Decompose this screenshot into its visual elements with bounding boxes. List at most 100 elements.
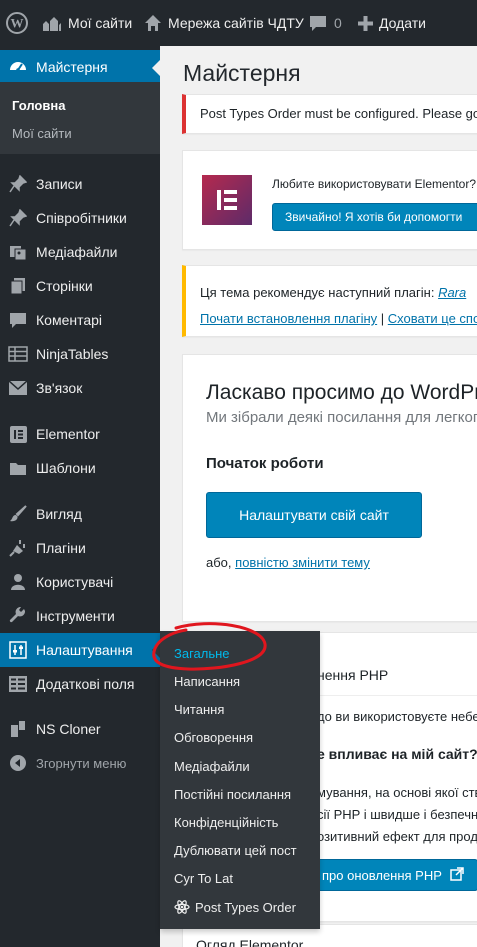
welcome-title: Ласкаво просимо до WordPress! xyxy=(206,381,477,404)
current-menu-arrow xyxy=(152,60,160,76)
sidebar-item-media[interactable]: Медіафайли xyxy=(0,235,160,269)
sidebar-item-settings[interactable]: Налаштування xyxy=(0,633,160,667)
change-theme-text: або, повністю змінити тему xyxy=(206,555,370,570)
pin-icon xyxy=(8,208,28,228)
change-theme-link[interactable]: повністю змінити тему xyxy=(235,555,370,570)
plugin-icon xyxy=(8,538,28,558)
sidebar-item-label: NinjaTables xyxy=(36,346,109,362)
sidebar-item-label: Налаштування xyxy=(36,642,133,658)
my-sites-menu[interactable]: Мої сайти xyxy=(42,0,132,46)
settings-icon xyxy=(8,640,28,660)
wrench-icon xyxy=(8,606,28,626)
elementor-feedback-notice: Любите використовувати Elementor? Звичай… xyxy=(182,150,477,250)
flyout-item-general[interactable]: Загальне xyxy=(174,646,230,661)
dashboard-icon xyxy=(8,57,28,77)
sidebar-item-label: Записи xyxy=(36,176,83,192)
user-icon xyxy=(8,572,28,592)
pin-icon xyxy=(8,174,28,194)
admin-sidebar: Майстерня Головна Мої сайти Записи Співр… xyxy=(0,46,160,947)
sidebar-item-pages[interactable]: Сторінки xyxy=(0,269,160,303)
submenu-home[interactable]: Головна xyxy=(12,98,65,113)
folder-icon xyxy=(8,458,28,478)
sidebar-item-label: Медіафайли xyxy=(36,244,118,260)
flyout-item-media[interactable]: Медіафайли xyxy=(174,759,250,774)
wordpress-logo-icon[interactable]: W xyxy=(6,0,28,46)
sidebar-item-label: Користувачі xyxy=(36,574,114,590)
sidebar-item-label: Вигляд xyxy=(36,506,82,522)
sidebar-item-label: Додаткові поля xyxy=(36,676,135,692)
sidebar-item-ninjatables[interactable]: NinjaTables xyxy=(0,337,160,371)
flyout-item-duplicate-post[interactable]: Дублювати цей пост xyxy=(174,843,297,858)
sidebar-item-label: Плагіни xyxy=(36,540,86,556)
sidebar-item-label: Співробітники xyxy=(36,210,127,226)
sidebar-item-label: Згорнути меню xyxy=(36,755,127,771)
sidebar-item-custom-fields[interactable]: Додаткові поля xyxy=(0,667,160,701)
install-plugin-link[interactable]: Почати встановлення плагіну xyxy=(200,311,377,326)
php-line1: до ви використовуєте небе xyxy=(317,709,477,724)
external-link-icon xyxy=(450,866,464,884)
home-icon xyxy=(144,14,162,32)
fields-icon xyxy=(8,674,28,694)
svg-text:W: W xyxy=(11,16,24,31)
collapse-menu-button[interactable]: Згорнути меню xyxy=(0,746,160,780)
flyout-item-post-types-order[interactable]: Post Types Order xyxy=(174,899,296,915)
sidebar-item-label: Зв'язок xyxy=(36,380,83,396)
sidebar-item-appearance[interactable]: Вигляд xyxy=(0,497,160,531)
sidebar-item-label: Коментарі xyxy=(36,312,103,328)
php-update-button[interactable]: про оновлення PHP xyxy=(303,859,477,891)
customize-site-label: Налаштувати свій сайт xyxy=(239,507,389,523)
customize-site-button[interactable]: Налаштувати свій сайт xyxy=(206,492,422,538)
sidebar-item-templates[interactable]: Шаблони xyxy=(0,451,160,485)
elementor-logo xyxy=(202,175,252,225)
sidebar-item-label: Шаблони xyxy=(36,460,96,476)
page-title: Майстерня xyxy=(183,60,301,86)
start-heading: Початок роботи xyxy=(206,455,324,472)
dismiss-notice-link[interactable]: Сховати це сповіщення xyxy=(388,311,477,326)
php-line3: сії PHP і швидше і безпечн xyxy=(317,807,477,822)
network-label: Мережа сайтів ЧДТУ xyxy=(168,15,304,31)
add-new-menu[interactable]: Додати xyxy=(358,0,426,46)
overview-title: Огляд Elementor xyxy=(196,937,304,947)
comments-menu[interactable]: 0 xyxy=(309,0,342,46)
mail-icon xyxy=(8,378,28,398)
elementor-help-button[interactable]: Звичайно! Я хотів би допомогти xyxy=(272,203,477,231)
php-title: нення PHP xyxy=(317,667,389,683)
php-line2: мування, на основі якої ств xyxy=(317,785,477,800)
add-new-label: Додати xyxy=(379,15,426,31)
sidebar-item-tools[interactable]: Інструменти xyxy=(0,599,160,633)
page-icon xyxy=(8,276,28,296)
sidebar-item-comments[interactable]: Коментарі xyxy=(0,303,160,337)
network-menu[interactable]: Мережа сайтів ЧДТУ xyxy=(144,0,304,46)
sidebar-item-plugins[interactable]: Плагіни xyxy=(0,531,160,565)
sidebar-item-users[interactable]: Користувачі xyxy=(0,565,160,599)
cloner-icon xyxy=(8,719,28,739)
flyout-item-privacy[interactable]: Конфіденційність xyxy=(174,815,278,830)
elementor-help-label: Звичайно! Я хотів би допомогти xyxy=(285,210,463,224)
sidebar-item-contact[interactable]: Зв'язок xyxy=(0,371,160,405)
sidebar-item-posts[interactable]: Записи xyxy=(0,167,160,201)
plugin-name-link[interactable]: Rara xyxy=(438,285,466,300)
post-types-order-notice: Post Types Order must be configured. Ple… xyxy=(182,94,477,134)
flyout-item-permalinks[interactable]: Постійні посилання xyxy=(174,787,291,802)
elementor-question: Любите використовувати Elementor? xyxy=(272,177,477,191)
sidebar-item-ns-cloner[interactable]: NS Cloner xyxy=(0,712,160,746)
sidebar-item-label: Elementor xyxy=(36,426,100,442)
flyout-item-cyr-to-lat[interactable]: Cyr To Lat xyxy=(174,871,233,886)
sidebar-item-dashboard[interactable]: Майстерня xyxy=(0,50,160,84)
flyout-item-discussion[interactable]: Обговорення xyxy=(174,730,253,745)
sidebar-item-staff[interactable]: Співробітники xyxy=(0,201,160,235)
sidebar-item-elementor[interactable]: Elementor xyxy=(0,417,160,451)
theme-plugin-notice: Ця тема рекомендує наступний плагін: Rar… xyxy=(182,265,477,337)
sidebar-item-label: NS Cloner xyxy=(36,721,101,737)
comments-count: 0 xyxy=(334,15,342,31)
submenu-my-sites[interactable]: Мої сайти xyxy=(12,126,72,141)
comment-icon xyxy=(8,310,28,330)
php-update-label: про оновлення PHP xyxy=(322,867,442,883)
my-sites-icon xyxy=(42,14,62,32)
my-sites-label: Мої сайти xyxy=(68,15,133,31)
collapse-icon xyxy=(8,753,28,773)
media-icon xyxy=(8,242,28,262)
flyout-item-writing[interactable]: Написання xyxy=(174,674,240,689)
sidebar-item-label: Майстерня xyxy=(36,59,108,75)
flyout-item-reading[interactable]: Читання xyxy=(174,702,224,717)
